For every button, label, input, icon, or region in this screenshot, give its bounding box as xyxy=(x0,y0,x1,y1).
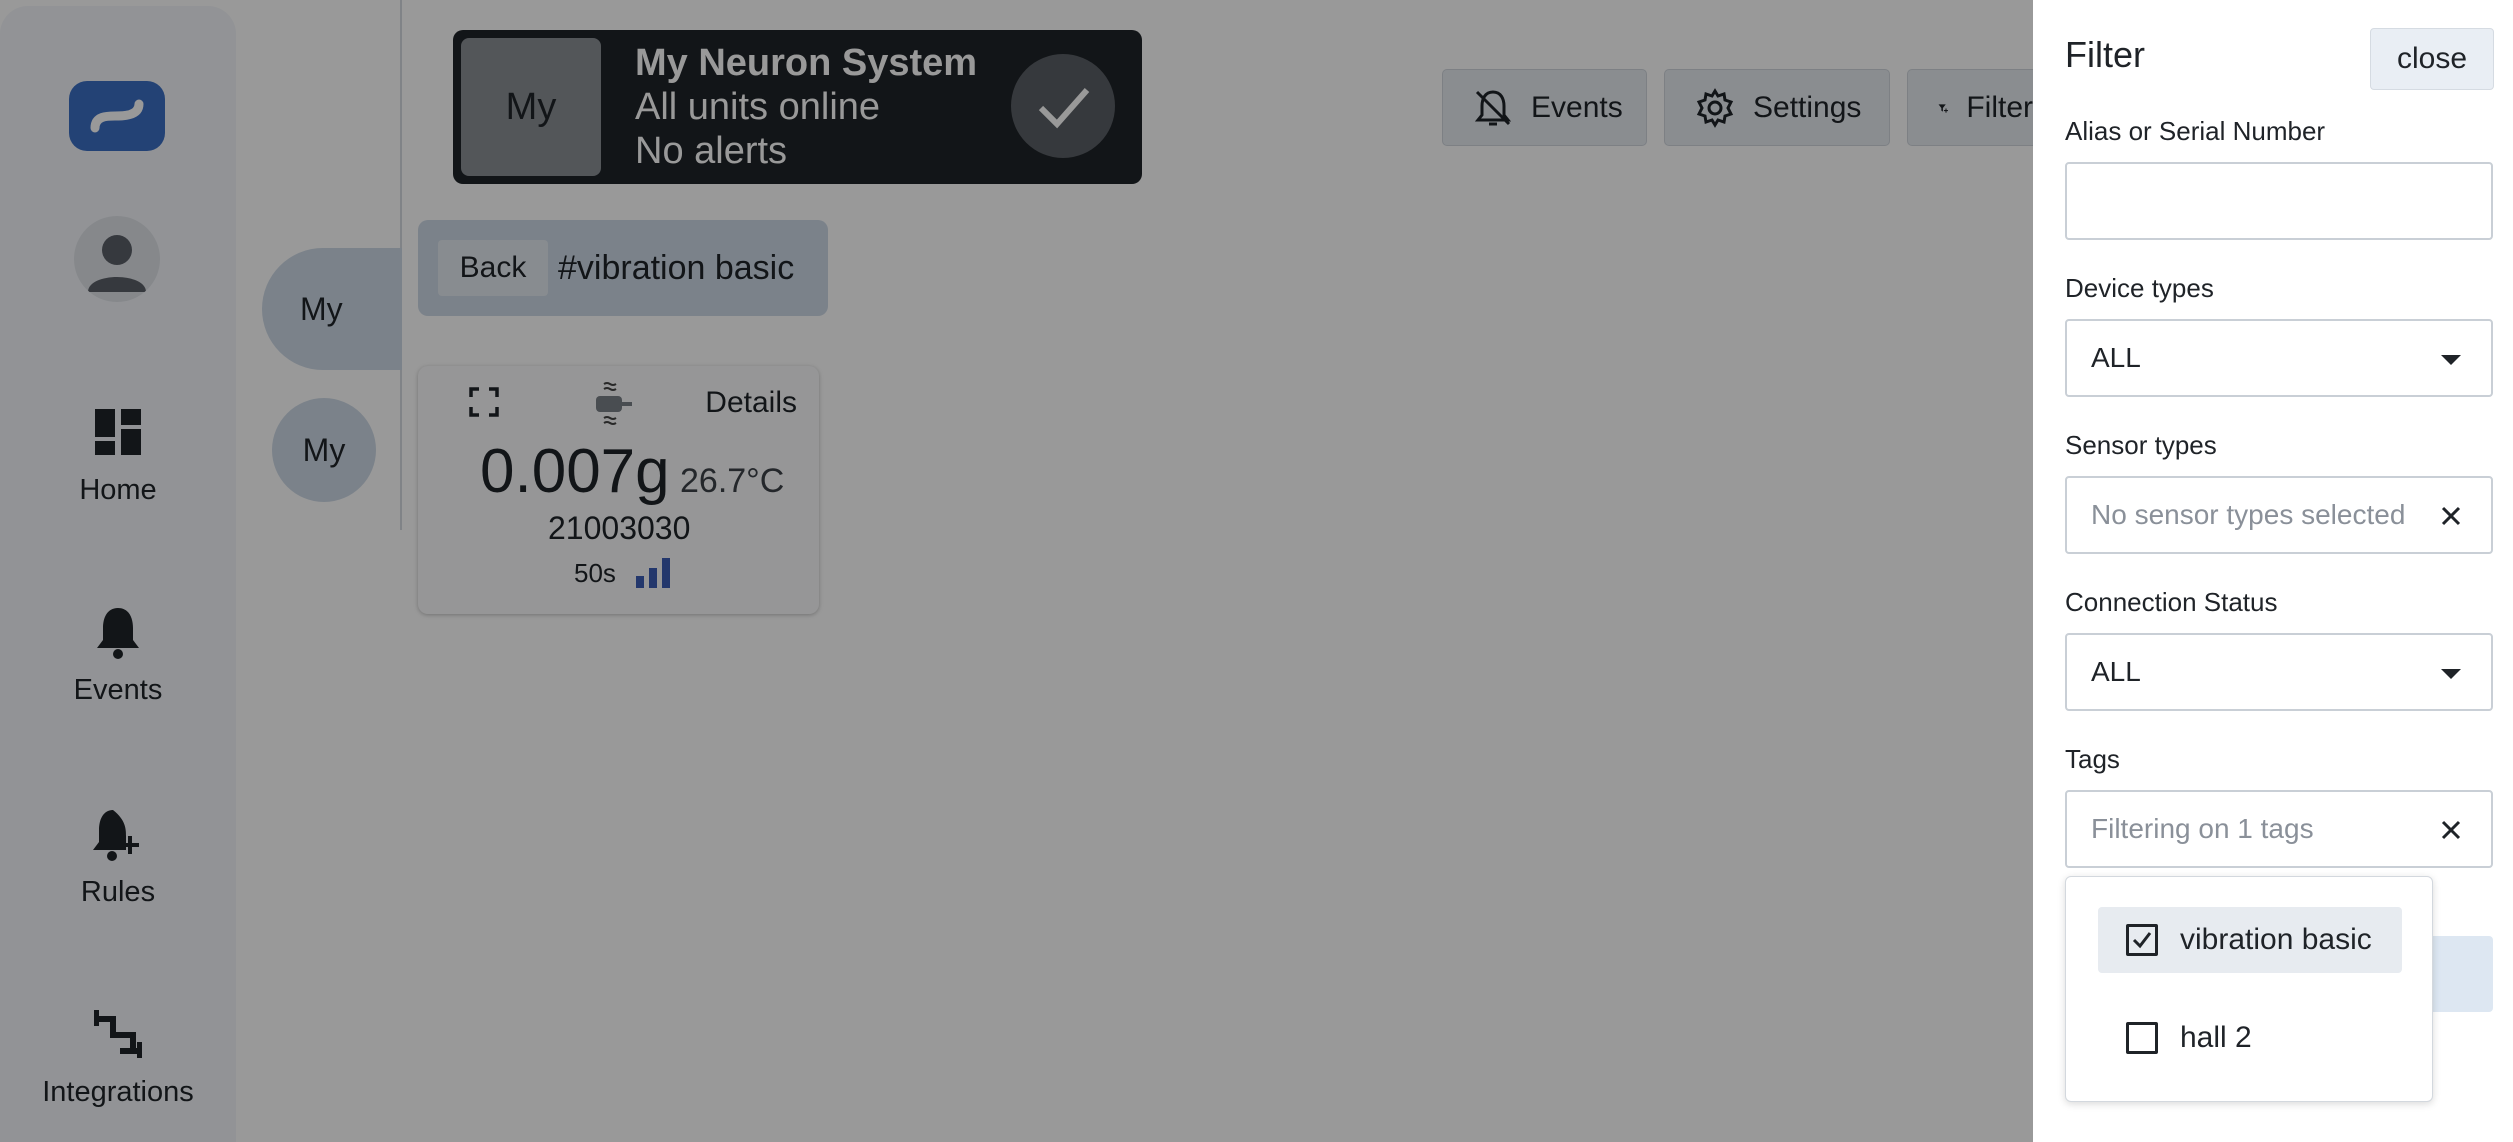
panel-title: Filter xyxy=(2065,34,2145,75)
sensor-types-label: Sensor types xyxy=(2065,430,2217,460)
sensor-types-select[interactable]: No sensor types selected xyxy=(2065,476,2493,554)
clear-icon[interactable] xyxy=(2435,814,2467,846)
tag-option-vibration-basic[interactable]: vibration basic xyxy=(2098,907,2402,973)
connection-status-label: Connection Status xyxy=(2065,587,2278,617)
sensor-types-placeholder: No sensor types selected xyxy=(2091,499,2406,530)
device-types-value: ALL xyxy=(2091,342,2141,373)
clear-icon[interactable] xyxy=(2435,500,2467,532)
tag-option-label: hall 2 xyxy=(2180,1021,2252,1054)
device-types-select[interactable]: ALL xyxy=(2065,319,2493,397)
connection-status-value: ALL xyxy=(2091,656,2141,687)
tag-option-hall-2[interactable]: hall 2 xyxy=(2098,1005,2402,1071)
chevron-down-icon xyxy=(2441,669,2461,679)
tags-placeholder: Filtering on 1 tags xyxy=(2091,813,2314,844)
connection-status-select[interactable]: ALL xyxy=(2065,633,2493,711)
tags-dropdown: vibration basic hall 2 xyxy=(2065,876,2433,1102)
checkbox-icon[interactable] xyxy=(2126,1022,2158,1054)
device-types-label: Device types xyxy=(2065,273,2214,303)
tags-select[interactable]: Filtering on 1 tags xyxy=(2065,790,2493,868)
chevron-down-icon xyxy=(2441,355,2461,365)
tags-label: Tags xyxy=(2065,744,2120,774)
close-button[interactable]: close xyxy=(2370,28,2494,90)
alias-label: Alias or Serial Number xyxy=(2065,116,2326,146)
tag-option-label: vibration basic xyxy=(2180,923,2372,956)
checkbox-checked-icon[interactable] xyxy=(2126,924,2158,956)
alias-input[interactable] xyxy=(2065,162,2493,240)
